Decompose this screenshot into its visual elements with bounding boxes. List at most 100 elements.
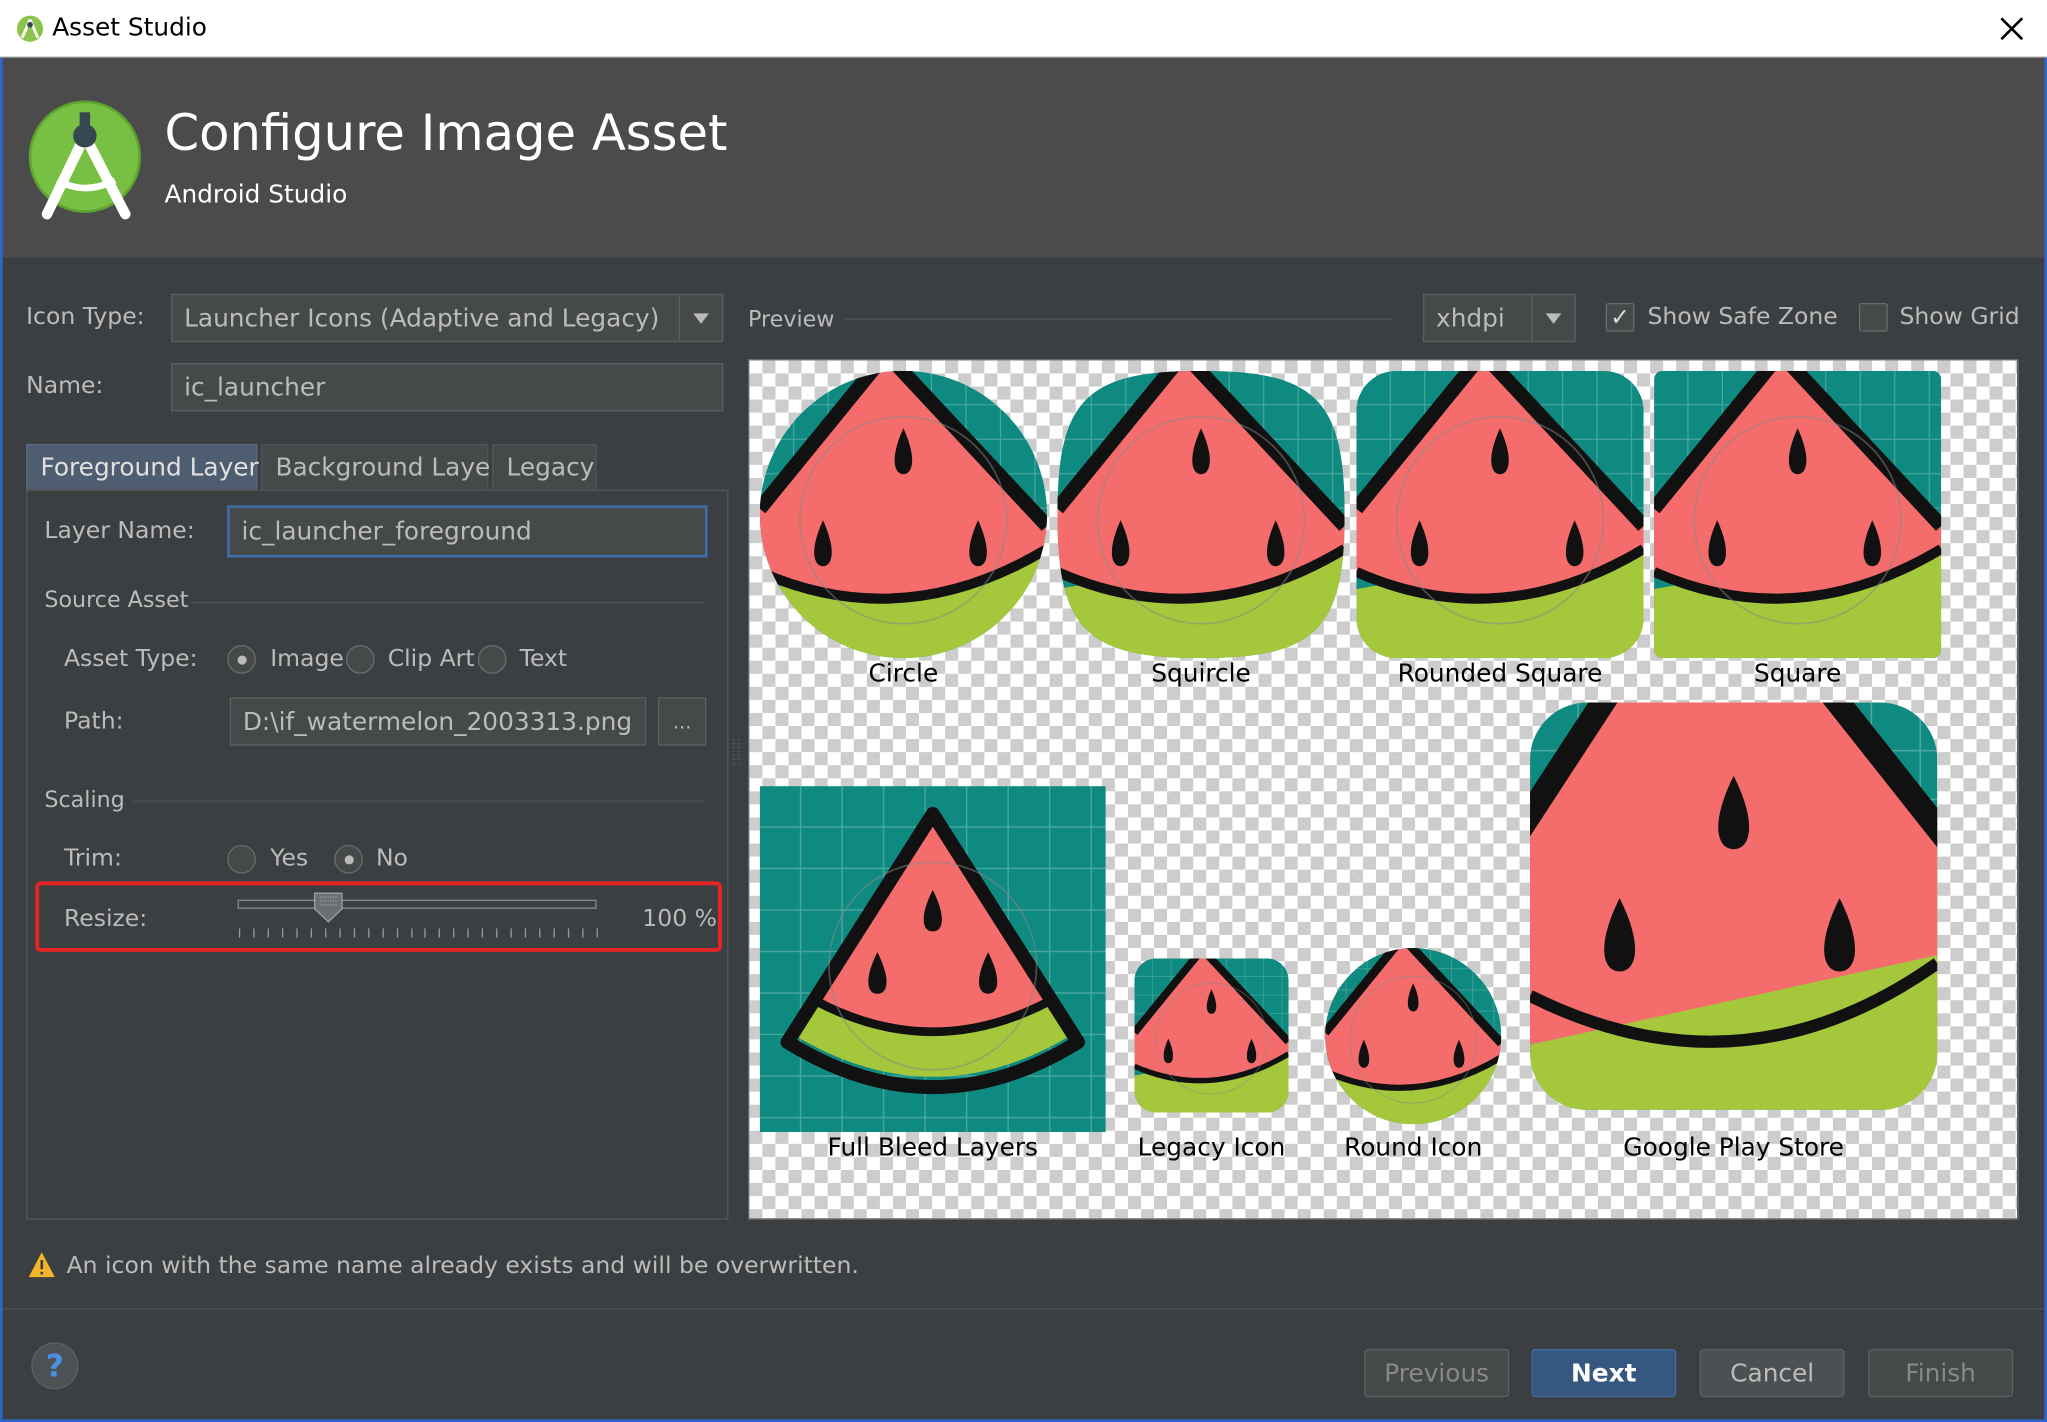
preview-caption-legacy: Legacy Icon (1137, 1133, 1286, 1163)
scaling-heading: Scaling (44, 787, 125, 814)
wizard-header: Configure Image Asset Android Studio (0, 57, 2047, 258)
preview-icon-round (1325, 948, 1501, 1124)
help-icon[interactable]: ? (31, 1342, 79, 1390)
asset-type-clip-art-radio[interactable] (345, 645, 375, 674)
overwrite-warning-text: An icon with the same name already exist… (66, 1252, 859, 1280)
chevron-down-icon[interactable] (678, 295, 722, 341)
asset-type-image-label: Image (270, 645, 344, 673)
slider-tick (496, 928, 498, 938)
show-safe-zone-checkbox[interactable]: ✓ (1605, 302, 1635, 332)
slider-tick (367, 928, 369, 938)
layer-name-input[interactable]: ic_launcher_foreground (227, 505, 708, 558)
asset-type-label: Asset Type: (63, 645, 198, 673)
window-frame-left (0, 257, 3, 1422)
asset-type-clip-art-label: Clip Art (387, 645, 475, 673)
preview-caption-squircle: Squircle (1151, 659, 1251, 689)
tab-legacy[interactable]: Legacy (492, 443, 597, 490)
section-divider (844, 318, 1393, 320)
show-grid-checkbox[interactable] (1859, 302, 1888, 332)
footer-divider (2, 1308, 2045, 1310)
slider-tick (453, 928, 455, 938)
icon-type-label: Icon Type: (26, 302, 145, 331)
close-icon[interactable] (1995, 10, 2029, 47)
android-studio-logo-icon (16, 15, 44, 42)
icon-type-select[interactable]: Launcher Icons (Adaptive and Legacy) (171, 293, 724, 343)
slider-tick (339, 928, 341, 938)
slider-tick (439, 928, 441, 938)
slider-tick (424, 928, 427, 938)
preview-icon-rounded-square (1356, 371, 1643, 658)
show-grid-label: Show Grid (1899, 302, 2020, 331)
slider-tick (510, 928, 513, 938)
next-button[interactable]: Next (1531, 1348, 1677, 1398)
show-safe-zone-label: Show Safe Zone (1647, 302, 1838, 331)
slider-tick (267, 928, 269, 938)
preview-icon-google-play-store (1530, 703, 1937, 1110)
preview-label: Preview (748, 306, 835, 333)
trim-no-radio[interactable] (334, 844, 363, 874)
asset-type-image-radio[interactable] (227, 645, 256, 674)
resize-label: Resize: (63, 904, 148, 933)
chevron-down-icon[interactable] (1531, 295, 1574, 341)
slider-tick (582, 928, 584, 938)
warning-icon (28, 1252, 55, 1278)
trim-no-label: No (375, 844, 408, 873)
section-divider (133, 800, 705, 802)
slider-tick (410, 928, 412, 938)
preview-icon-full-bleed-layers (759, 786, 1106, 1133)
slider-tick (310, 928, 312, 938)
slider-tick (596, 928, 598, 938)
source-asset-heading: Source Asset (44, 587, 189, 614)
preview-caption-google-play-store: Google Play Store (1623, 1133, 1844, 1163)
tab-background-layer[interactable]: Background Layer (261, 443, 500, 490)
previous-button[interactable]: Previous (1364, 1348, 1510, 1398)
preview-canvas: Circle Squircle Rounded Square Square Fu… (748, 359, 2019, 1220)
path-input[interactable]: D:\if_watermelon_2003313.png (229, 697, 647, 746)
resize-slider-thumb[interactable] (313, 892, 343, 923)
slider-tick (525, 928, 527, 938)
slider-tick (281, 928, 284, 938)
icon-type-value: Launcher Icons (Adaptive and Legacy) (184, 303, 660, 333)
finish-button[interactable]: Finish (1868, 1348, 2014, 1398)
slider-tick (381, 928, 384, 938)
section-divider (190, 601, 705, 604)
asset-type-text-radio[interactable] (477, 645, 507, 674)
android-studio-logo-icon (28, 100, 141, 220)
trim-yes-radio[interactable] (227, 844, 256, 874)
preview-caption-square: Square (1753, 659, 1842, 689)
tab-foreground-layer[interactable]: Foreground Layer (26, 443, 259, 490)
slider-tick (324, 928, 327, 938)
preview-icon-squircle (1057, 371, 1344, 658)
name-input[interactable]: ic_launcher (171, 363, 724, 412)
slider-tick (353, 928, 355, 938)
preview-caption-round: Round Icon (1344, 1133, 1483, 1163)
window-titlebar: Asset Studio (0, 0, 2047, 58)
cancel-button[interactable]: Cancel (1699, 1348, 1845, 1398)
preview-icon-legacy (1134, 958, 1288, 1112)
slider-tick (539, 928, 541, 938)
preview-caption-circle: Circle (868, 659, 939, 689)
slider-tick (567, 928, 570, 938)
preview-icon-square (1654, 371, 1941, 658)
resize-value: 100 % (642, 904, 717, 933)
slider-tick (467, 928, 470, 938)
browse-button[interactable]: ... (657, 697, 707, 746)
slider-tick (296, 928, 298, 938)
density-select[interactable]: xhdpi (1422, 293, 1576, 343)
slider-tick (482, 928, 484, 938)
preview-icon-circle (760, 371, 1047, 658)
path-label: Path: (63, 707, 124, 736)
page-title: Configure Image Asset (164, 104, 728, 162)
name-label: Name: (26, 372, 104, 400)
slider-tick (553, 928, 555, 938)
splitter-handle[interactable] (731, 736, 741, 767)
resize-slider-track[interactable] (237, 899, 597, 909)
trim-label: Trim: (63, 844, 122, 873)
window-title: Asset Studio (52, 13, 207, 42)
slider-tick (238, 928, 241, 938)
asset-type-text-label: Text (519, 645, 568, 673)
layer-name-label: Layer Name: (44, 517, 195, 545)
page-subtitle: Android Studio (164, 180, 348, 209)
density-value: xhdpi (1436, 303, 1505, 333)
preview-caption-full-bleed-layers: Full Bleed Layers (827, 1133, 1038, 1163)
